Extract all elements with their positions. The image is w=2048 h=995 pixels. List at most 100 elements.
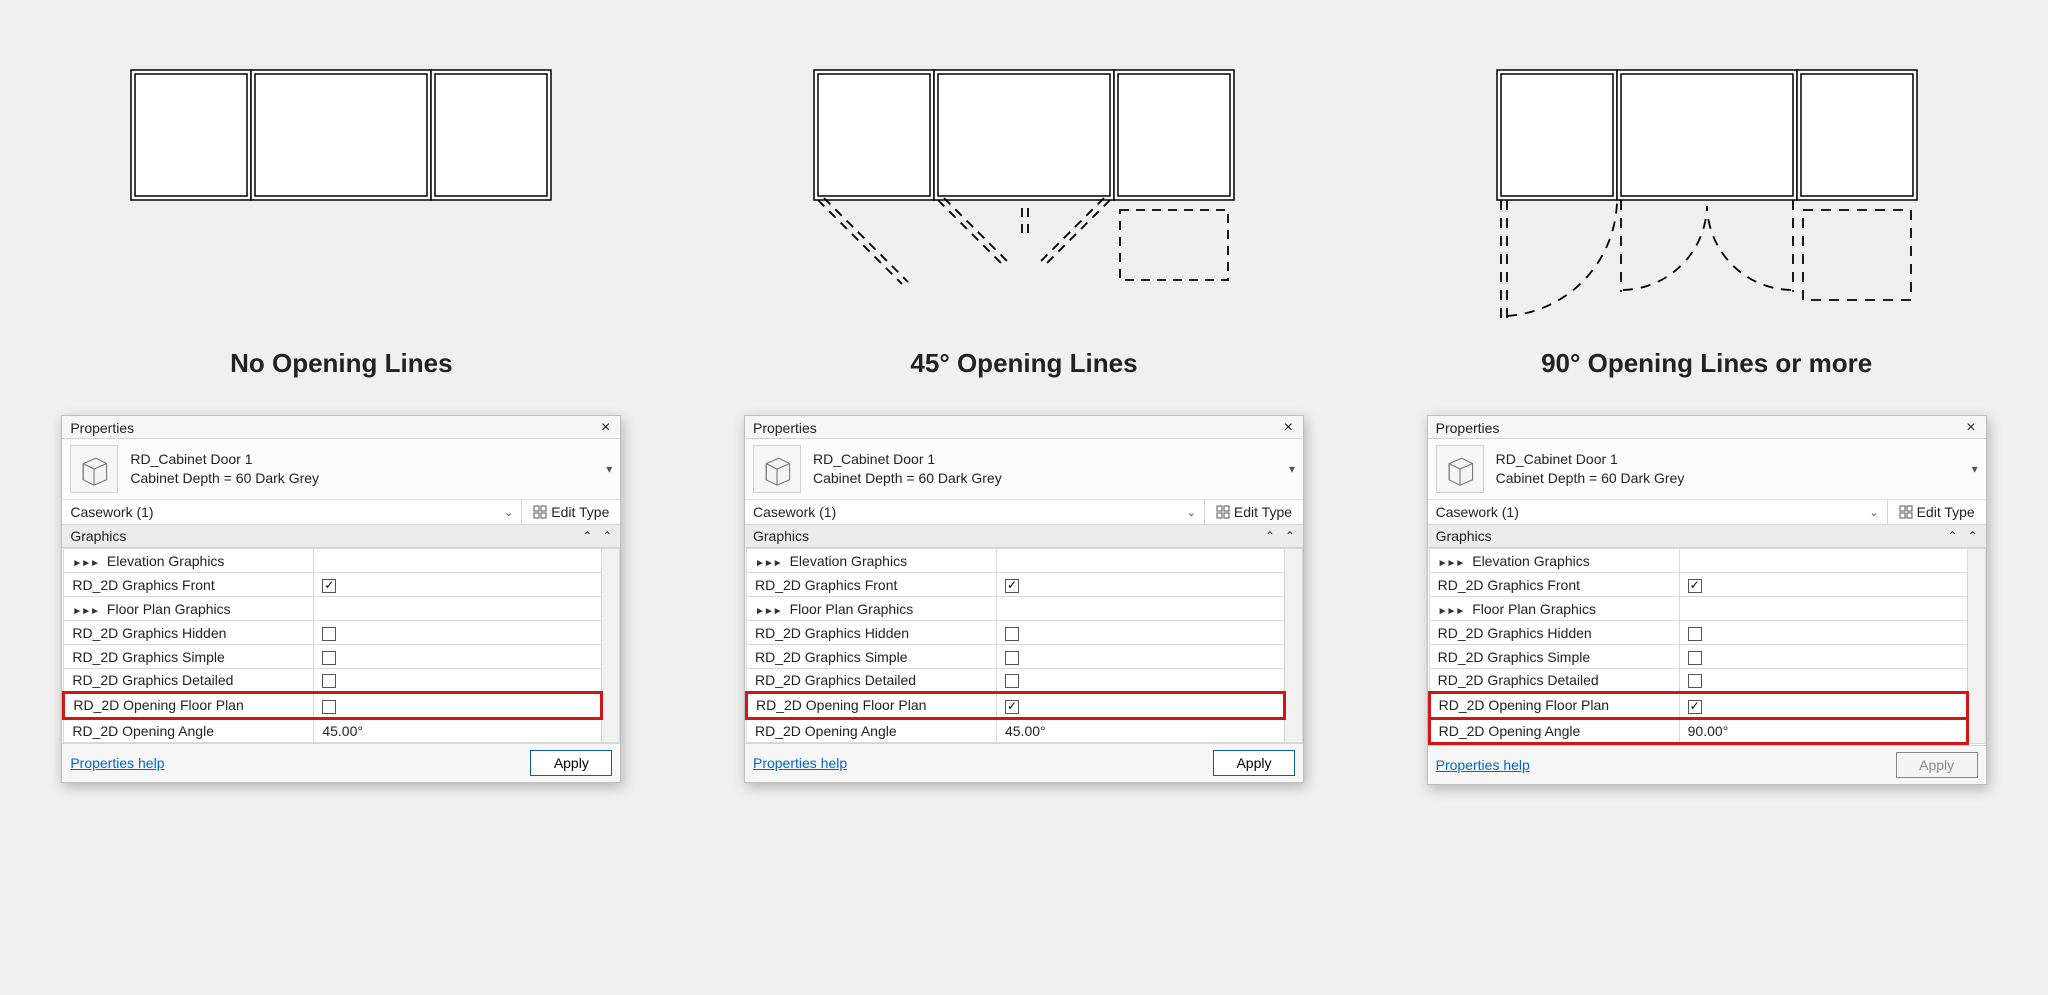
- collapse-icon: ⌃: [1948, 529, 1958, 543]
- example-column: 90° Opening Lines or more Properties × R…: [1407, 40, 2007, 785]
- param-value[interactable]: [1679, 669, 1967, 693]
- param-value[interactable]: [996, 549, 1284, 573]
- edit-type-label: Edit Type: [1917, 504, 1975, 520]
- checkbox-icon[interactable]: [1688, 651, 1702, 665]
- scrollbar[interactable]: [1967, 549, 1985, 744]
- param-value[interactable]: [314, 669, 602, 693]
- selection-filter-dropdown[interactable]: Casework (1) ⌄: [745, 500, 1205, 524]
- checkbox-icon[interactable]: [322, 700, 336, 714]
- param-row-graphics-hidden: RD_2D Graphics Hidden: [64, 621, 620, 645]
- param-value[interactable]: [314, 621, 602, 645]
- edit-type-icon: [533, 505, 547, 519]
- properties-help-link[interactable]: Properties help: [1436, 757, 1530, 773]
- param-row-opening-angle: RD_2D Opening Angle 90.00°: [1429, 718, 1985, 743]
- group-header-graphics[interactable]: Graphics ⌃⌃: [62, 525, 620, 548]
- param-value[interactable]: [314, 645, 602, 669]
- param-value[interactable]: [314, 693, 602, 718]
- param-value[interactable]: [1679, 549, 1967, 573]
- param-value[interactable]: [314, 597, 602, 621]
- type-selector[interactable]: RD_Cabinet Door 1 Cabinet Depth = 60 Dar…: [62, 439, 620, 500]
- param-value[interactable]: 45.00°: [314, 718, 602, 742]
- selection-filter-dropdown[interactable]: Casework (1) ⌄: [1428, 500, 1888, 524]
- expander-icon: ►►►: [1438, 558, 1465, 569]
- param-value[interactable]: [996, 693, 1284, 718]
- param-value[interactable]: [1679, 693, 1967, 718]
- checkbox-icon[interactable]: [1688, 700, 1702, 714]
- apply-button[interactable]: Apply: [530, 750, 612, 776]
- param-name: RD_2D Graphics Simple: [746, 645, 996, 669]
- param-name: RD_2D Opening Floor Plan: [746, 693, 996, 718]
- properties-help-link[interactable]: Properties help: [753, 755, 847, 771]
- scroll-up-icon: ⌃: [602, 529, 612, 543]
- expander-icon: ►►►: [755, 558, 782, 569]
- edit-type-button[interactable]: Edit Type: [1205, 500, 1303, 524]
- family-thumbnail-icon: [753, 445, 801, 493]
- expander-icon: ►►►: [1438, 606, 1465, 617]
- scrollbar[interactable]: [1284, 549, 1302, 743]
- param-value[interactable]: [996, 573, 1284, 597]
- param-value[interactable]: [1679, 597, 1967, 621]
- close-icon[interactable]: ×: [1962, 420, 1979, 436]
- checkbox-icon[interactable]: [1688, 674, 1702, 688]
- checkbox-checked-icon[interactable]: [322, 579, 336, 593]
- param-value[interactable]: [314, 549, 602, 573]
- param-value[interactable]: [1679, 573, 1967, 597]
- group-header-label: Graphics: [1436, 528, 1492, 544]
- panel-title: Properties: [1436, 420, 1500, 436]
- close-icon[interactable]: ×: [597, 420, 614, 436]
- checkbox-icon[interactable]: [1005, 627, 1019, 641]
- param-value[interactable]: [996, 621, 1284, 645]
- diagram-caption: 45° Opening Lines: [910, 348, 1137, 379]
- diagram-area: [724, 40, 1324, 320]
- diagram-caption: No Opening Lines: [230, 348, 452, 379]
- param-value[interactable]: 45.00°: [996, 718, 1284, 742]
- param-value[interactable]: [1679, 621, 1967, 645]
- param-name: RD_2D Graphics Front: [64, 573, 314, 597]
- param-value[interactable]: [996, 597, 1284, 621]
- checkbox-icon[interactable]: [322, 674, 336, 688]
- properties-help-link[interactable]: Properties help: [70, 755, 164, 771]
- checkbox-icon[interactable]: [1005, 674, 1019, 688]
- checkbox-checked-icon[interactable]: [1005, 579, 1019, 593]
- checkbox-icon[interactable]: [1688, 627, 1702, 641]
- group-header-graphics[interactable]: Graphics ⌃⌃: [1428, 525, 1986, 548]
- panel-footer: Properties help Apply: [745, 743, 1303, 782]
- type-selector[interactable]: RD_Cabinet Door 1 Cabinet Depth = 60 Dar…: [1428, 439, 1986, 500]
- edit-type-label: Edit Type: [551, 504, 609, 520]
- expander-icon: ►►►: [72, 606, 99, 617]
- family-name: RD_Cabinet Door 1: [130, 450, 319, 469]
- group-header-graphics[interactable]: Graphics ⌃⌃: [745, 525, 1303, 548]
- param-value[interactable]: [996, 645, 1284, 669]
- param-value[interactable]: [1679, 645, 1967, 669]
- param-row-floor-plan-graphics: ►►► Floor Plan Graphics: [746, 597, 1302, 621]
- checkbox-icon[interactable]: [322, 651, 336, 665]
- apply-button[interactable]: Apply: [1213, 750, 1295, 776]
- panel-title: Properties: [70, 420, 134, 436]
- param-name: Elevation Graphics: [1472, 553, 1590, 569]
- checkbox-icon[interactable]: [322, 627, 336, 641]
- param-name: RD_2D Graphics Front: [746, 573, 996, 597]
- scrollbar[interactable]: [602, 549, 620, 743]
- selection-filter-label: Casework (1): [70, 504, 153, 520]
- selection-filter-dropdown[interactable]: Casework (1) ⌄: [62, 500, 522, 524]
- param-row-floor-plan-graphics: ►►► Floor Plan Graphics: [64, 597, 620, 621]
- cabinet-plan-diagram: [794, 60, 1254, 320]
- param-value[interactable]: [314, 573, 602, 597]
- checkbox-icon[interactable]: [1005, 651, 1019, 665]
- edit-type-button[interactable]: Edit Type: [522, 500, 620, 524]
- example-column: No Opening Lines Properties × RD_Cabinet…: [41, 40, 641, 785]
- scroll-up-icon: ⌃: [1285, 529, 1295, 543]
- type-selector[interactable]: RD_Cabinet Door 1 Cabinet Depth = 60 Dar…: [745, 439, 1303, 500]
- collapse-icon: ⌃: [1265, 529, 1275, 543]
- selection-filter-label: Casework (1): [1436, 504, 1519, 520]
- param-name: RD_2D Graphics Simple: [64, 645, 314, 669]
- checkbox-icon[interactable]: [1005, 700, 1019, 714]
- close-icon[interactable]: ×: [1280, 420, 1297, 436]
- panel-titlebar: Properties ×: [62, 416, 620, 439]
- edit-type-button[interactable]: Edit Type: [1888, 500, 1986, 524]
- param-name: RD_2D Graphics Hidden: [1429, 621, 1679, 645]
- chevron-down-icon: ⌄: [1869, 506, 1878, 519]
- checkbox-checked-icon[interactable]: [1688, 579, 1702, 593]
- param-value[interactable]: 90.00°: [1679, 718, 1967, 743]
- param-value[interactable]: [996, 669, 1284, 693]
